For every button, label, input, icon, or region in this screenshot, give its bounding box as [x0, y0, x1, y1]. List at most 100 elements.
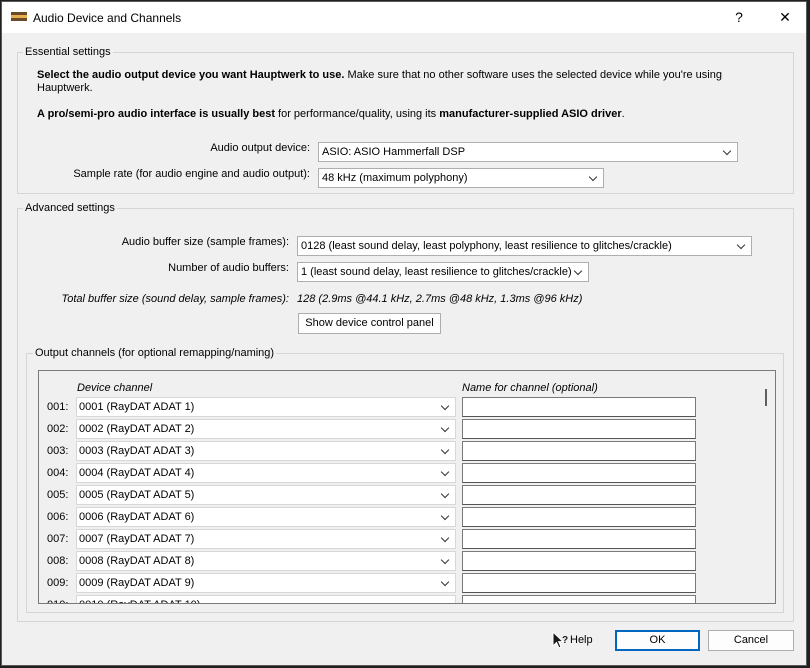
channel-name-input[interactable] — [462, 551, 696, 571]
ok-button[interactable]: OK — [615, 630, 700, 651]
device-channel-select[interactable]: 0009 (RayDAT ADAT 9) — [76, 573, 456, 593]
buffer-size-value: 0128 (least sound delay, least polyphony… — [301, 240, 672, 252]
total-buffer-value: 128 (2.9ms @44.1 kHz, 2.7ms @48 kHz, 1.3… — [297, 293, 583, 305]
device-channel-select[interactable]: 0008 (RayDAT ADAT 8) — [76, 551, 456, 571]
device-channel-value: 0010 (RayDAT ADAT 10) — [79, 599, 200, 603]
device-channel-column-header: Device channel — [77, 382, 153, 394]
channel-row-number: 001: — [47, 401, 69, 413]
essential-settings-legend: Essential settings — [23, 46, 113, 58]
channel-row-number: 007: — [47, 533, 69, 545]
audio-output-device-value: ASIO: ASIO Hammerfall DSP — [322, 146, 466, 158]
device-channel-select[interactable]: 0007 (RayDAT ADAT 7) — [76, 529, 456, 549]
channel-row: 002: 0002 (RayDAT ADAT 2) — [39, 419, 759, 441]
channel-name-input[interactable] — [462, 419, 696, 439]
scrollbar-thumb[interactable] — [765, 389, 767, 406]
chevron-down-icon — [440, 445, 450, 455]
window-title: Audio Device and Channels — [33, 11, 182, 25]
device-channel-select[interactable]: 0004 (RayDAT ADAT 4) — [76, 463, 456, 483]
channel-row-number: 006: — [47, 511, 69, 523]
buffer-count-label: Number of audio buffers: — [168, 262, 289, 274]
channel-name-input[interactable] — [462, 463, 696, 483]
output-channels-legend: Output channels (for optional remapping/… — [33, 347, 277, 359]
dialog-window: Audio Device and Channels ? ✕ Essential … — [1, 1, 807, 666]
channel-name-input[interactable] — [462, 507, 696, 527]
chevron-down-icon — [440, 555, 450, 565]
chevron-down-icon — [722, 146, 732, 156]
help-button[interactable]: ? Help — [552, 631, 596, 651]
buffer-count-value: 1 (least sound delay, least resilience t… — [301, 266, 572, 278]
device-channel-value: 0005 (RayDAT ADAT 5) — [79, 489, 195, 501]
chevron-down-icon — [440, 533, 450, 543]
vertical-scrollbar[interactable] — [757, 371, 775, 603]
device-instructions-bold: Select the audio output device you want … — [37, 69, 345, 81]
channel-row-number: 010: — [47, 599, 68, 603]
device-channel-value: 0001 (RayDAT ADAT 1) — [79, 401, 195, 413]
device-channel-value: 0002 (RayDAT ADAT 2) — [79, 423, 195, 435]
channel-row-number: 002: — [47, 423, 69, 435]
chevron-down-icon — [440, 511, 450, 521]
interface-advice: A pro/semi-pro audio interface is usuall… — [37, 108, 625, 120]
channel-name-input[interactable] — [462, 397, 696, 417]
interface-advice-bold: A pro/semi-pro audio interface is usuall… — [37, 108, 275, 120]
close-button[interactable]: ✕ — [762, 2, 806, 33]
chevron-down-icon — [440, 577, 450, 587]
sample-rate-value: 48 kHz (maximum polyphony) — [322, 172, 468, 184]
channel-row: 010: 0010 (RayDAT ADAT 10) — [39, 595, 759, 603]
channel-name-input[interactable] — [462, 485, 696, 505]
svg-text:?: ? — [562, 635, 568, 646]
chevron-down-icon — [573, 266, 583, 276]
chevron-down-icon — [736, 240, 746, 250]
interface-advice-mid: for performance/quality, using its — [274, 108, 440, 120]
asio-driver-bold: manufacturer-supplied ASIO driver — [439, 108, 622, 120]
device-channel-select[interactable]: 0001 (RayDAT ADAT 1) — [76, 397, 456, 417]
interface-advice-end: . — [621, 108, 625, 120]
chevron-down-icon — [440, 423, 450, 433]
device-instructions: Select the audio output device you want … — [37, 69, 722, 81]
channel-row-number: 008: — [47, 555, 69, 567]
channel-row-number: 003: — [47, 445, 69, 457]
channel-name-input[interactable] — [462, 595, 696, 603]
chevron-down-icon — [440, 401, 450, 411]
channel-row: 003: 0003 (RayDAT ADAT 3) — [39, 441, 759, 463]
audio-output-device-select[interactable]: ASIO: ASIO Hammerfall DSP — [318, 142, 738, 162]
sample-rate-select[interactable]: 48 kHz (maximum polyphony) — [318, 168, 604, 188]
channel-row-number: 004: — [47, 467, 69, 479]
channel-name-input[interactable] — [462, 573, 696, 593]
chevron-down-icon — [440, 489, 450, 499]
channel-row-number: 009: — [47, 577, 69, 589]
channel-row: 004: 0004 (RayDAT ADAT 4) — [39, 463, 759, 485]
channel-name-input[interactable] — [462, 441, 696, 461]
help-label: Help — [570, 634, 593, 646]
channel-row: 006: 0006 (RayDAT ADAT 6) — [39, 507, 759, 529]
channel-row-number: 005: — [47, 489, 69, 501]
title-bar: Audio Device and Channels ? ✕ — [2, 2, 806, 33]
device-channel-value: 0006 (RayDAT ADAT 6) — [79, 511, 195, 523]
device-channel-value: 0003 (RayDAT ADAT 3) — [79, 445, 195, 457]
channel-name-input[interactable] — [462, 529, 696, 549]
device-channel-select[interactable]: 0003 (RayDAT ADAT 3) — [76, 441, 456, 461]
channel-row: 001: 0001 (RayDAT ADAT 1) — [39, 397, 759, 419]
buffer-size-select[interactable]: 0128 (least sound delay, least polyphony… — [297, 236, 752, 256]
show-device-control-panel-button[interactable]: Show device control panel — [298, 313, 441, 334]
device-instructions-rest: Make sure that no other software uses th… — [344, 69, 722, 81]
channel-row: 008: 0008 (RayDAT ADAT 8) — [39, 551, 759, 573]
chevron-down-icon — [588, 172, 598, 182]
chevron-down-icon — [440, 599, 450, 603]
context-help-button[interactable]: ? — [716, 2, 762, 33]
device-channel-value: 0008 (RayDAT ADAT 8) — [79, 555, 195, 567]
device-channel-select[interactable]: 0002 (RayDAT ADAT 2) — [76, 419, 456, 439]
device-channel-value: 0004 (RayDAT ADAT 4) — [79, 467, 195, 479]
buffer-size-label: Audio buffer size (sample frames): — [121, 236, 289, 248]
sample-rate-label: Sample rate (for audio engine and audio … — [73, 168, 310, 180]
chevron-down-icon — [440, 467, 450, 477]
channel-name-column-header: Name for channel (optional) — [462, 382, 598, 394]
audio-output-device-label: Audio output device: — [210, 142, 310, 154]
total-buffer-label: Total buffer size (sound delay, sample f… — [61, 293, 289, 305]
buffer-count-select[interactable]: 1 (least sound delay, least resilience t… — [297, 262, 589, 282]
device-channel-value: 0009 (RayDAT ADAT 9) — [79, 577, 195, 589]
device-channel-select[interactable]: 0010 (RayDAT ADAT 10) — [76, 595, 456, 603]
device-channel-value: 0007 (RayDAT ADAT 7) — [79, 533, 195, 545]
device-channel-select[interactable]: 0005 (RayDAT ADAT 5) — [76, 485, 456, 505]
device-channel-select[interactable]: 0006 (RayDAT ADAT 6) — [76, 507, 456, 527]
cancel-button[interactable]: Cancel — [708, 630, 794, 651]
